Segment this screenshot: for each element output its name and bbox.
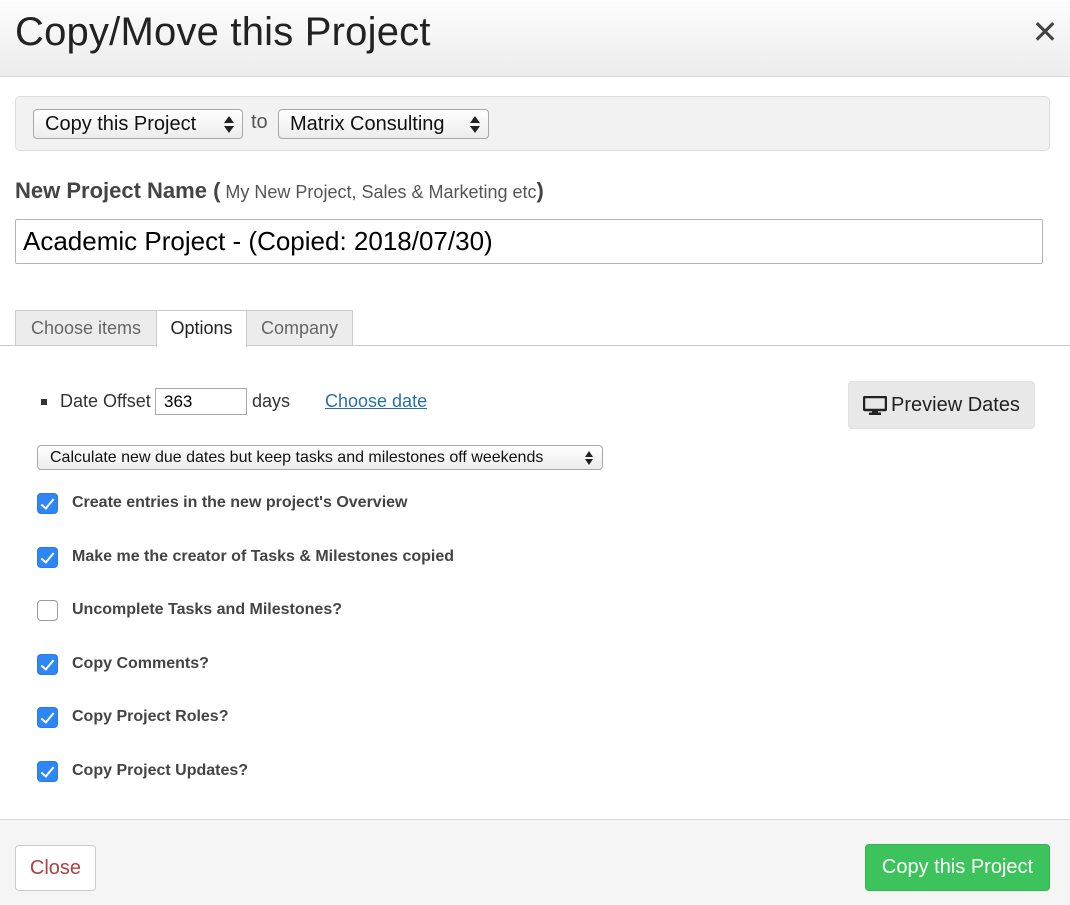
dialog-footer: Close Copy this Project [0,819,1070,905]
choose-date-link[interactable]: Choose date [325,391,427,412]
checkbox-label: Create entries in the new project's Over… [72,494,408,511]
due-date-mode-value: Calculate new due dates but keep tasks a… [50,449,544,466]
tab-company[interactable]: Company [246,310,353,346]
checkbox-label: Copy Comments? [72,655,209,672]
select-arrows-icon [585,451,594,465]
checkbox-checked[interactable] [37,761,58,782]
company-select[interactable]: Matrix Consulting [278,109,489,139]
project-name-label: New Project Name ( My New Project, Sales… [15,178,544,204]
checkbox-checked[interactable] [37,654,58,675]
bullet-icon [41,399,47,405]
tab-choose-items[interactable]: Choose items [15,310,157,346]
tab-options[interactable]: Options [156,310,247,347]
select-arrows-icon [470,116,480,133]
checkbox-label: Uncomplete Tasks and Milestones? [72,601,342,618]
copy-mode-value: Copy this Project [45,113,197,135]
close-icon[interactable]: ✕ [1031,15,1059,49]
checkbox-checked[interactable] [37,707,58,728]
checkbox-label: Copy Project Roles? [72,708,229,725]
close-button[interactable]: Close [15,845,96,891]
checkbox-checked[interactable] [37,547,58,568]
dialog-title: Copy/Move this Project [15,10,431,54]
date-offset-label: Date Offset [60,391,151,411]
preview-dates-button[interactable]: Preview Dates [848,381,1035,429]
copy-project-button[interactable]: Copy this Project [865,844,1050,891]
project-name-input[interactable] [15,219,1043,264]
checkbox-label: Copy Project Updates? [72,762,249,779]
copy-mode-select[interactable]: Copy this Project [33,109,243,139]
hint-open-paren: ( [206,178,221,203]
hint-close-paren: ) [536,178,544,203]
copy-move-bar: Copy this Project to Matrix Consulting [15,96,1050,151]
due-date-mode-select[interactable]: Calculate new due dates but keep tasks a… [37,445,603,470]
monitor-icon [863,396,887,415]
checkbox-label: Make me the creator of Tasks & Milestone… [72,548,455,565]
checkbox-checked[interactable] [37,493,58,514]
project-name-hint: My New Project, Sales & Marketing etc [220,182,537,202]
company-value: Matrix Consulting [290,113,445,135]
days-label: days [252,391,291,411]
checkbox-unchecked[interactable] [37,600,58,621]
to-label: to [251,111,268,133]
dialog-header: Copy/Move this Project ✕ [0,0,1070,77]
project-name-label-text: New Project Name [15,178,207,203]
date-offset-input[interactable] [155,388,247,415]
preview-dates-label: Preview Dates [891,394,1020,416]
select-arrows-icon [224,116,234,133]
